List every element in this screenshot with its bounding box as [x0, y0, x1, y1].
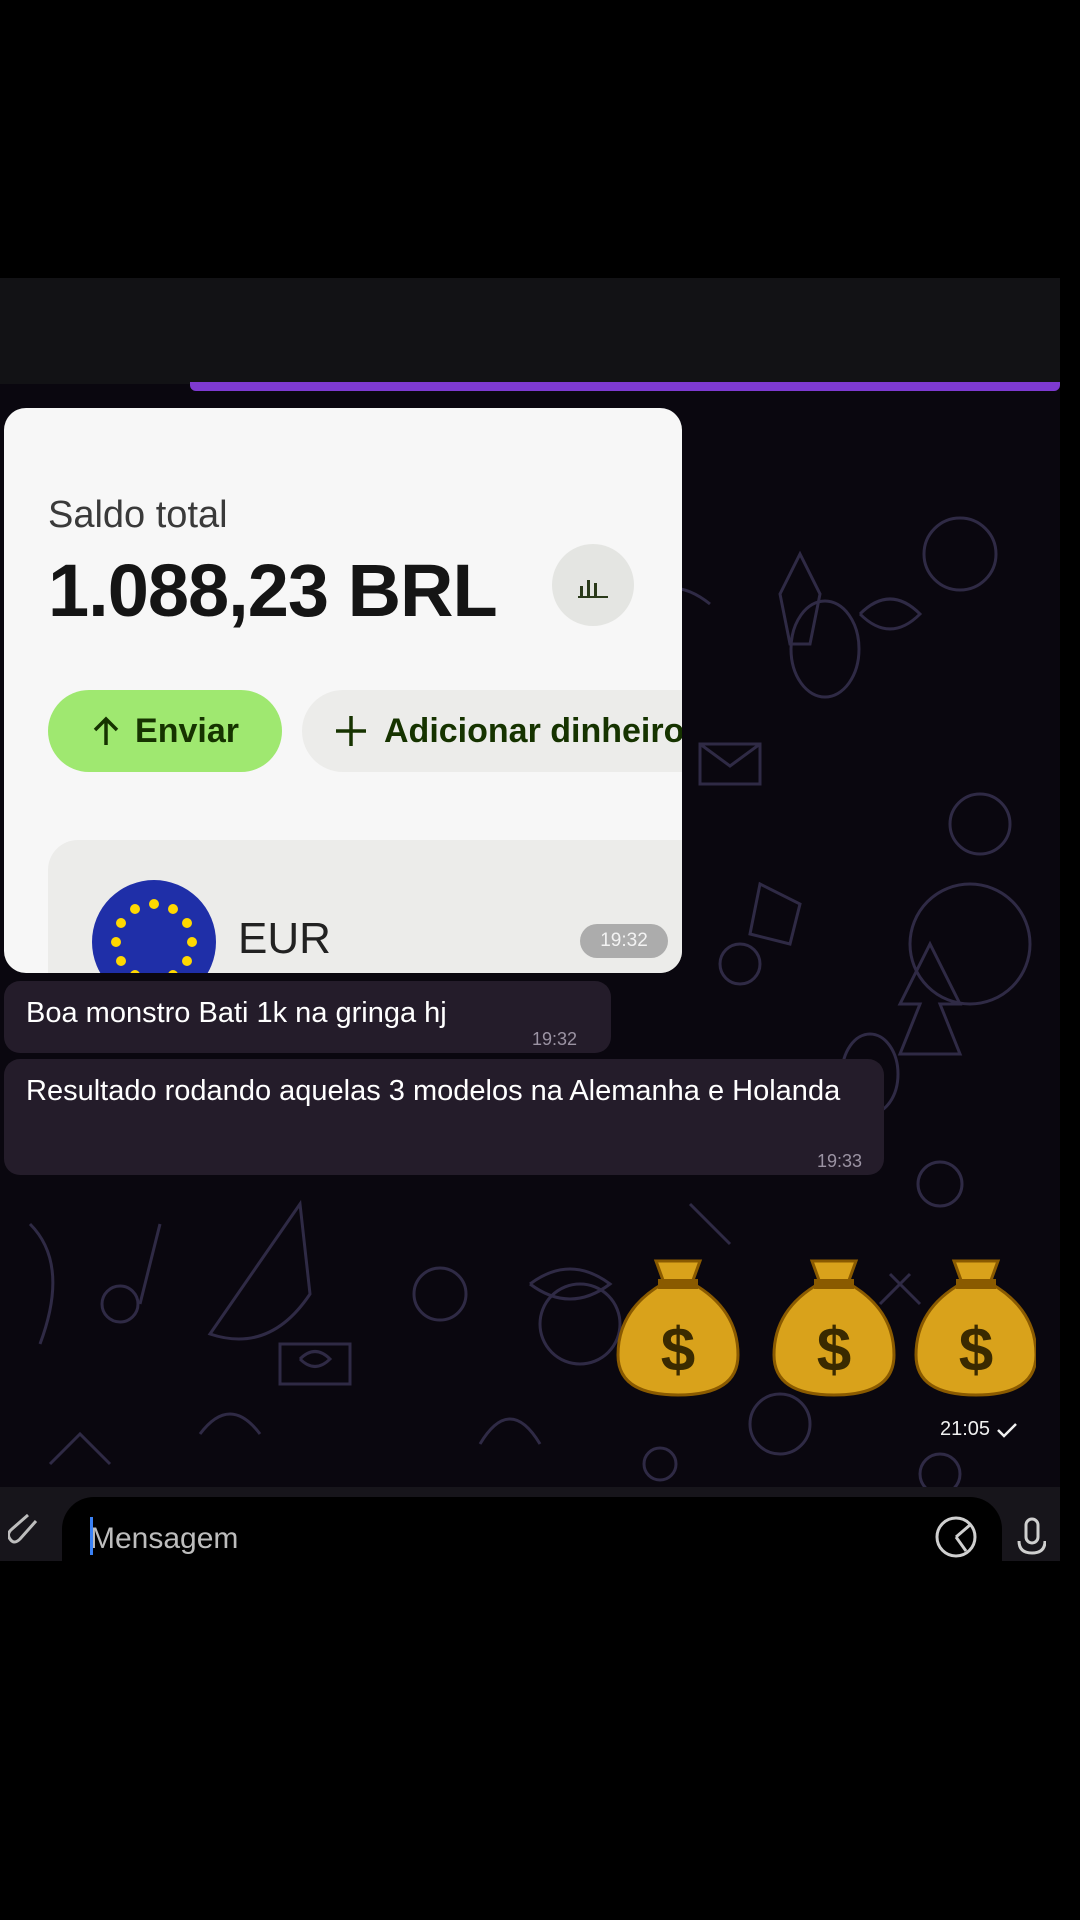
send-label: Enviar [135, 711, 239, 750]
image-message[interactable]: Saldo total 1.088,23 BRL Enviar Adiciona… [4, 408, 682, 973]
message-input-bar [0, 1487, 1060, 1561]
message-time: 19:33 [816, 1151, 862, 1171]
bar-chart-icon [578, 580, 608, 598]
money-bag-icon: $ [772, 1259, 896, 1397]
read-check-icon [997, 1422, 1017, 1438]
message-text: Resultado rodando aquelas 3 modelos na A… [26, 1075, 841, 1107]
eu-flag-icon [92, 880, 216, 973]
add-money-button[interactable]: Adicionar dinheiro [302, 690, 682, 772]
money-bag-icon: $ [914, 1259, 1036, 1397]
svg-text:$: $ [661, 1316, 695, 1385]
arrow-up-icon [93, 716, 119, 745]
add-money-label: Adicionar dinheiro [384, 711, 682, 750]
balance-amount: 1.088,23 BRL [48, 549, 498, 632]
text-caret [90, 1517, 93, 1555]
message-input[interactable] [62, 1497, 1002, 1561]
message-text: Boa monstro Bati 1k na gringa hj [26, 997, 447, 1029]
message-time: 19:32 [580, 924, 668, 958]
svg-text:$: $ [959, 1316, 993, 1385]
chat-header [0, 278, 1060, 384]
chart-button[interactable] [552, 544, 634, 626]
attach-icon[interactable] [8, 1511, 44, 1551]
chat-screen: Saldo total 1.088,23 BRL Enviar Adiciona… [0, 278, 1060, 1561]
sticker-icon[interactable] [934, 1515, 978, 1559]
plus-icon [336, 716, 366, 746]
money-bag-sticker[interactable]: $ $ $ [616, 1243, 1036, 1403]
balance-label: Saldo total [48, 494, 228, 536]
incoming-message[interactable]: Resultado rodando aquelas 3 modelos na A… [4, 1059, 884, 1175]
message-time: 19:32 [532, 1029, 578, 1049]
incoming-message[interactable]: Boa monstro Bati 1k na gringa hj 19:32 [4, 981, 611, 1053]
svg-text:$: $ [817, 1316, 851, 1385]
currency-code: EUR [238, 914, 331, 963]
sticker-time: 21:05 [940, 1418, 1018, 1441]
money-bag-icon: $ [616, 1259, 740, 1397]
send-money-button[interactable]: Enviar [48, 690, 282, 772]
message-time: 21:05 [940, 1418, 991, 1440]
microphone-icon[interactable] [1016, 1515, 1046, 1559]
